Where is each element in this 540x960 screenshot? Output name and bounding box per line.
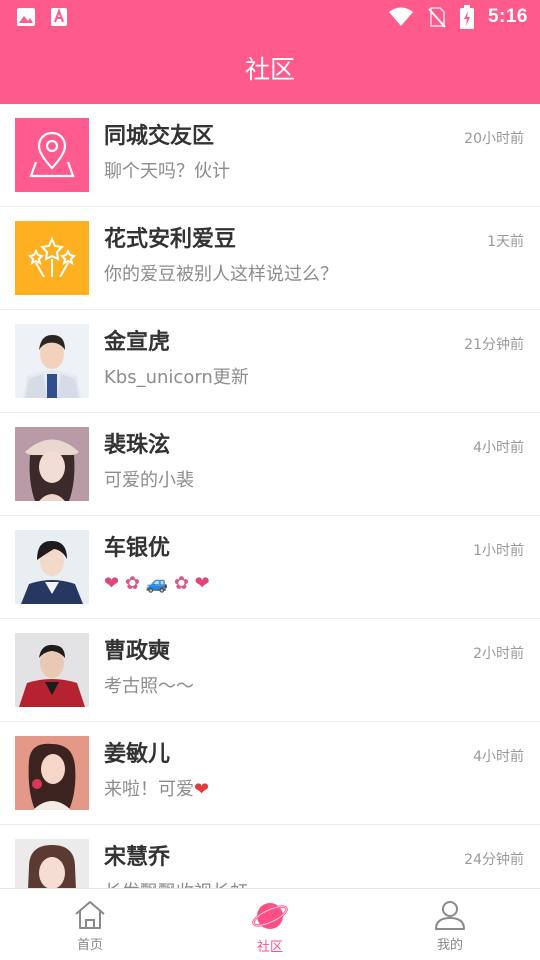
avatar — [15, 324, 89, 398]
conversation-time: 4小时前 — [473, 749, 524, 765]
avatar — [15, 736, 89, 810]
avatar — [15, 839, 89, 888]
conversation-preview: Kbs_unicorn更新 — [104, 367, 249, 388]
no-sim-icon — [428, 6, 446, 28]
planet-icon — [252, 899, 288, 933]
list-item[interactable]: 车银优 ❤ ✿ 🚙 ✿ ❤ 1小时前 — [0, 516, 540, 619]
conversation-time: 20小时前 — [464, 131, 524, 147]
list-item[interactable]: 花式安利爱豆 你的爱豆被别人这样说过么？ 1天前 — [0, 207, 540, 310]
list-item[interactable]: 同城交友区 聊个天吗？伙计 20小时前 — [0, 104, 540, 207]
heart-icon: ❤ — [194, 779, 210, 800]
wifi-icon — [388, 6, 414, 28]
list-item[interactable]: 姜敏儿 来啦！可爱❤ 4小时前 — [0, 722, 540, 825]
conversation-preview-text: 来啦！可爱 — [104, 779, 194, 800]
conversation-name: 宋慧乔 — [104, 845, 171, 870]
list-item[interactable]: 宋慧乔 长发飘飘收视长虹 24分钟前 — [0, 825, 540, 888]
conversation-name: 车银优 — [104, 536, 171, 561]
conversation-time: 2小时前 — [473, 646, 524, 662]
heart-icon: ❤ — [104, 573, 120, 594]
avatar — [15, 427, 89, 501]
conversation-time: 24分钟前 — [464, 852, 524, 868]
avatar — [15, 530, 89, 604]
car-icon: 🚙 — [145, 573, 169, 594]
conversation-name: 同城交友区 — [104, 124, 215, 149]
gallery-notification-icon — [16, 7, 36, 27]
conversation-preview: 聊个天吗？伙计 — [104, 161, 230, 182]
flower-icon: ✿ — [124, 573, 140, 594]
conversation-list: 同城交友区 聊个天吗？伙计 20小时前 花式安利爱豆 你的爱豆被别人这样说过么？… — [0, 104, 540, 888]
conversation-name: 裴珠泫 — [104, 433, 171, 458]
page-title: 社区 — [244, 55, 295, 84]
tab-label: 首页 — [76, 938, 103, 953]
location-map-icon — [15, 118, 89, 192]
conversation-name: 曹政奭 — [104, 639, 171, 664]
conversation-name: 姜敏儿 — [104, 742, 171, 767]
status-bar: 5:16 — [0, 0, 540, 36]
flower-icon: ✿ — [173, 573, 189, 594]
list-item[interactable]: 金宣虎 Kbs_unicorn更新 21分钟前 — [0, 310, 540, 413]
bottom-tab-bar: 首页 社区 我的 — [0, 888, 540, 960]
conversation-time: 1天前 — [487, 234, 524, 250]
heart-icon: ❤ — [194, 573, 210, 594]
home-icon — [73, 899, 107, 931]
app-notification-icon — [50, 7, 68, 27]
tab-profile[interactable]: 我的 — [360, 889, 540, 960]
conversation-time: 1小时前 — [473, 543, 524, 559]
list-item[interactable]: 裴珠泫 可爱的小裴 4小时前 — [0, 413, 540, 516]
conversation-time: 21分钟前 — [464, 337, 524, 353]
conversation-preview: 你的爱豆被别人这样说过么？ — [104, 264, 338, 285]
app-header: 5:16 社区 — [0, 0, 540, 104]
conversation-preview: 长发飘飘收视长虹 — [104, 880, 248, 888]
conversation-name: 花式安利爱豆 — [104, 227, 237, 252]
conversation-preview-emoji: ❤ ✿ 🚙 ✿ ❤ — [104, 571, 210, 597]
conversation-name: 金宣虎 — [104, 330, 171, 355]
tab-label: 我的 — [436, 938, 463, 953]
user-icon — [433, 899, 467, 931]
battery-charging-icon — [459, 5, 474, 29]
avatar — [15, 633, 89, 707]
conversation-preview: 来啦！可爱❤ — [104, 777, 209, 803]
sparkle-stars-icon — [15, 221, 89, 295]
conversation-preview: 考古照～～ — [104, 676, 194, 697]
status-time: 5:16 — [487, 6, 528, 27]
conversation-time: 4小时前 — [473, 440, 524, 456]
tab-home[interactable]: 首页 — [0, 889, 180, 960]
tab-label: 社区 — [256, 940, 283, 955]
conversation-preview: 可爱的小裴 — [104, 470, 194, 491]
list-item[interactable]: 曹政奭 考古照～～ 2小时前 — [0, 619, 540, 722]
tab-community[interactable]: 社区 — [180, 889, 360, 960]
